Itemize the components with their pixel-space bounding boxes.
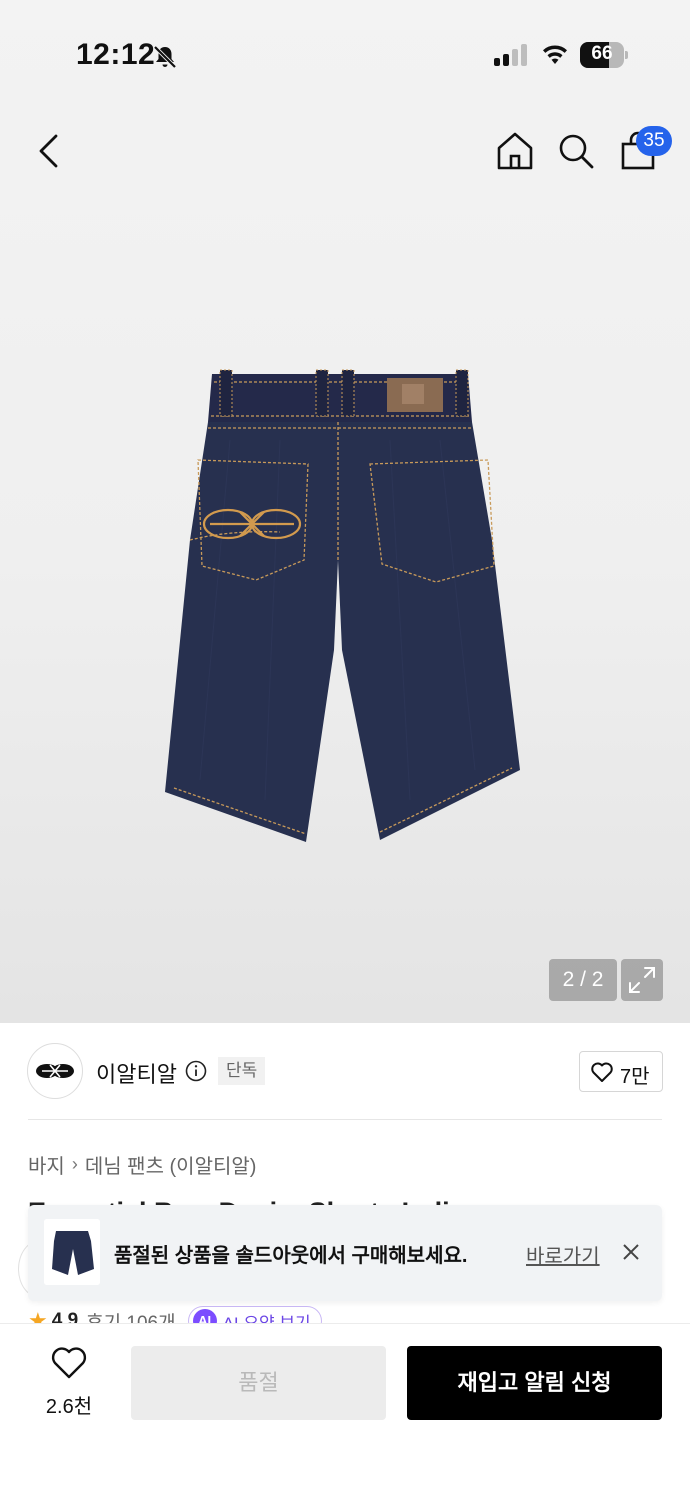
breadcrumb: 바지 › 데님 팬츠 (이알티알) xyxy=(28,1150,256,1179)
divider xyxy=(28,1119,662,1120)
exclusive-tag: 단독 xyxy=(218,1057,266,1085)
back-button[interactable] xyxy=(30,128,70,174)
brand-logo-mark xyxy=(36,1064,74,1078)
breadcrumb-subcategory[interactable]: 데님 팬츠 (이알티알) xyxy=(85,1150,257,1179)
brand-like-button[interactable]: 7만 xyxy=(579,1051,663,1092)
wishlist-button[interactable]: 2.6천 xyxy=(30,1346,108,1422)
info-icon[interactable] xyxy=(185,1060,207,1082)
search-icon[interactable] xyxy=(556,130,596,172)
product-image xyxy=(165,369,520,842)
brand-logo[interactable] xyxy=(27,1043,83,1099)
image-counter: 2 / 2 xyxy=(549,959,617,1001)
restock-alert-button[interactable]: 재입고 알림 신청 xyxy=(407,1346,662,1420)
chevron-right-icon: › xyxy=(71,1154,78,1174)
wishlist-count: 2.6천 xyxy=(45,1396,93,1418)
brand-like-count: 7만 xyxy=(620,1066,650,1088)
cellular-signal-icon xyxy=(494,44,528,66)
toast-product-thumbnail[interactable] xyxy=(44,1219,100,1285)
breadcrumb-category[interactable]: 바지 xyxy=(28,1150,65,1179)
soldout-button: 품절 xyxy=(131,1346,386,1420)
battery-indicator: 66 xyxy=(580,42,628,68)
status-time: 12:12 xyxy=(76,38,156,71)
cart-count-badge: 35 xyxy=(636,126,672,156)
brand-name[interactable]: 이알티알 xyxy=(96,1057,177,1089)
home-icon[interactable] xyxy=(494,130,536,172)
expand-icon[interactable] xyxy=(621,959,663,1001)
heart-icon xyxy=(591,1062,613,1082)
soldout-toast: 품절된 상품을 솔드아웃에서 구매해보세요. 바로가기 xyxy=(28,1205,662,1301)
close-icon[interactable] xyxy=(620,1241,642,1263)
bell-muted-icon xyxy=(153,45,177,69)
battery-percent: 66 xyxy=(591,43,613,64)
heart-icon xyxy=(51,1347,87,1379)
toast-shortcut-link[interactable]: 바로가기 xyxy=(526,1240,600,1269)
toast-message: 품절된 상품을 솔드아웃에서 구매해보세요. xyxy=(114,1245,468,1267)
wifi-icon xyxy=(543,45,567,64)
